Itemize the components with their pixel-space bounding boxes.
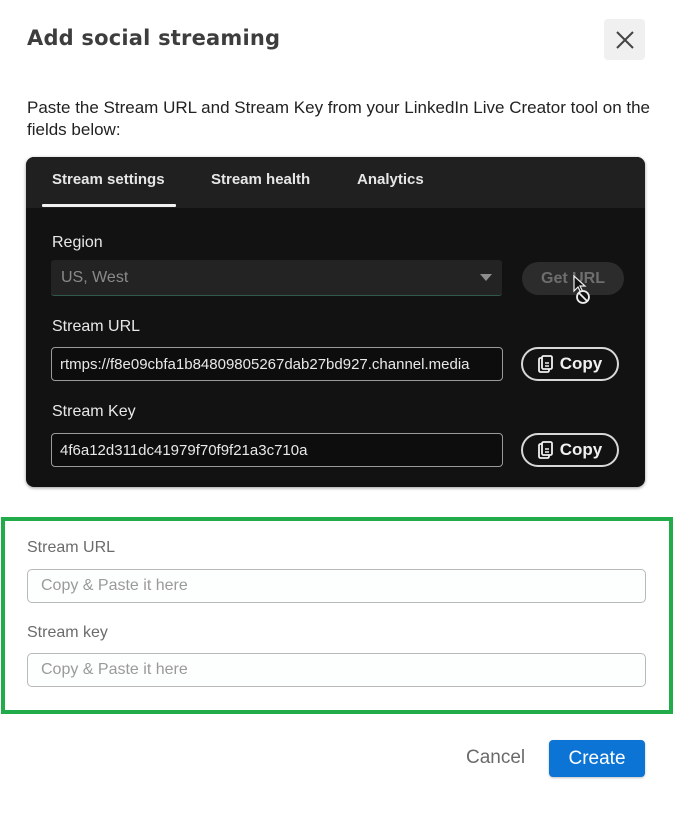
stream-url-value-field[interactable]: rtmps://f8e09cbfa1b84809805267dab27bd927…	[51, 347, 503, 381]
copy-label: Copy	[559, 354, 603, 373]
close-icon	[615, 30, 634, 49]
stream-url-input[interactable]	[27, 569, 646, 603]
copy-stream-url-button[interactable]: Copy	[521, 347, 619, 381]
tab-bar: Stream settings Stream health Analytics	[26, 157, 645, 208]
region-select[interactable]: US, West	[51, 260, 502, 296]
create-button[interactable]: Create	[549, 740, 645, 777]
instructions-text: Paste the Stream URL and Stream Key from…	[27, 98, 651, 139]
stream-key-label-dark: Stream Key	[52, 403, 136, 420]
region-label: Region	[52, 234, 103, 251]
not-allowed-cursor-icon	[573, 275, 590, 304]
copy-icon	[537, 441, 553, 459]
tab-stream-settings[interactable]: Stream settings	[52, 171, 165, 188]
copy-label: Copy	[559, 440, 603, 459]
dialog-title: Add social streaming	[27, 26, 281, 50]
copy-stream-key-button[interactable]: Copy	[521, 433, 619, 467]
stream-url-label-dark: Stream URL	[52, 318, 141, 335]
cancel-button[interactable]: Cancel	[466, 747, 525, 769]
stream-url-label: Stream URL	[27, 539, 116, 556]
stream-key-label: Stream key	[27, 624, 108, 641]
close-button[interactable]	[604, 19, 645, 60]
embedded-screenshot: Stream settings Stream health Analytics …	[26, 157, 645, 487]
stream-key-input[interactable]	[27, 653, 646, 687]
copy-icon	[537, 355, 553, 373]
active-tab-indicator	[42, 204, 176, 207]
caret-down-icon	[480, 274, 492, 281]
tab-analytics[interactable]: Analytics	[357, 171, 424, 188]
tab-stream-health[interactable]: Stream health	[211, 171, 310, 188]
region-value: US, West	[61, 269, 129, 286]
stream-key-value-field[interactable]: 4f6a12d311dc41979f70f9f21a3c710a	[51, 433, 503, 467]
highlighted-form-section: Stream URL Stream key	[1, 517, 673, 714]
